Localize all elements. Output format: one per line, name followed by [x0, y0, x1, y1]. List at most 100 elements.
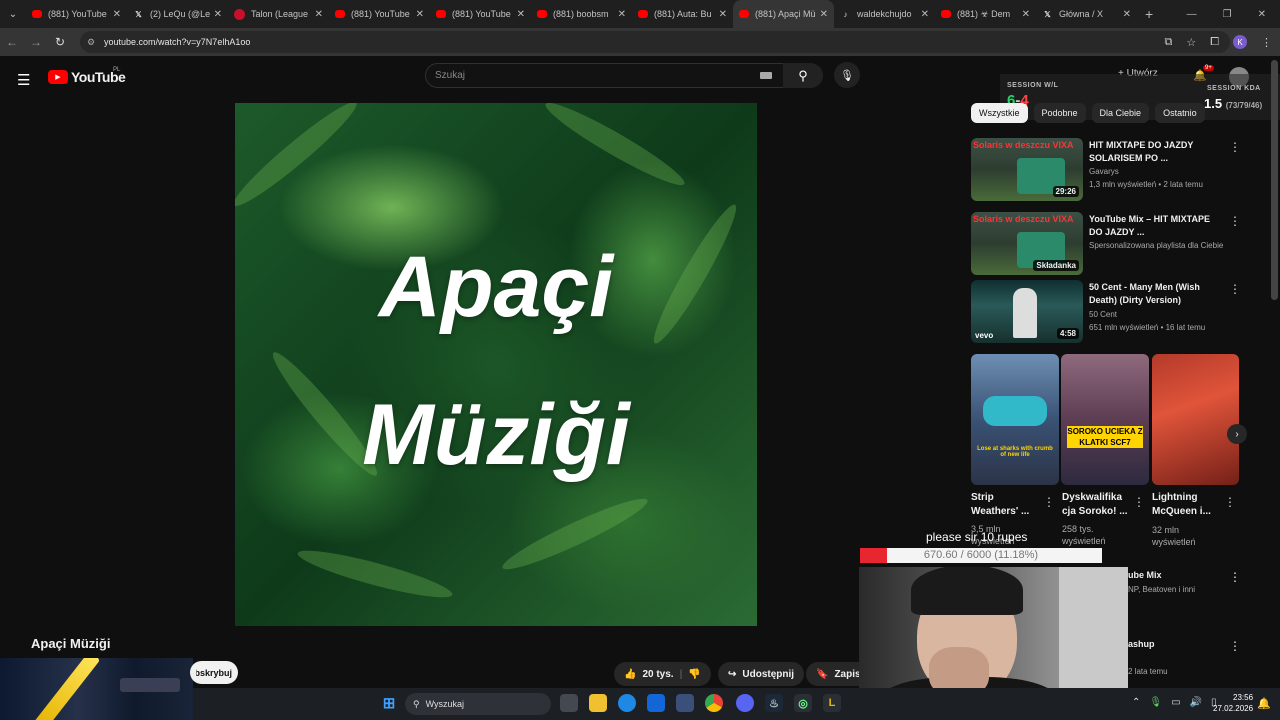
browser-tab[interactable]: (881) YouTube ✕: [430, 0, 531, 28]
site-info-icon[interactable]: ⚙: [87, 37, 95, 48]
recommendation-item[interactable]: vevo 4:58 50 Cent - Many Men (Wish Death…: [971, 280, 1261, 346]
short-title[interactable]: Lightning McQueen i...: [1152, 491, 1220, 519]
channel-name[interactable]: Gavarys: [1089, 167, 1119, 176]
close-tab-icon[interactable]: ✕: [311, 9, 323, 20]
short-title[interactable]: Dyskwalifika cja Soroko! ...: [1062, 491, 1130, 519]
close-window-icon[interactable]: ✕: [1258, 9, 1266, 20]
short-thumbnail[interactable]: SOROKO UCIEKA Z KLATKI SCF7: [1061, 354, 1149, 485]
close-tab-icon[interactable]: ✕: [917, 9, 929, 20]
minimize-icon[interactable]: —: [1187, 9, 1197, 20]
recommendation-item[interactable]: Solaris w deszczu VIXA Składanka YouTube…: [971, 212, 1261, 278]
video-title[interactable]: YouTube Mix – HIT MIXTAPE DO JAZDY ...: [1089, 213, 1221, 239]
browser-tab[interactable]: Talon (League ✕: [228, 0, 329, 28]
outlook-icon[interactable]: [647, 694, 665, 712]
close-tab-icon[interactable]: ✕: [816, 9, 828, 20]
browser-menu-icon[interactable]: ⋮: [1261, 36, 1272, 49]
channel-name[interactable]: 50 Cent: [1089, 310, 1117, 319]
like-icon[interactable]: 👍: [624, 669, 636, 680]
keyboard-icon[interactable]: [760, 72, 772, 79]
search-button[interactable]: ⚲: [783, 63, 823, 88]
tray-overflow-icon[interactable]: ⌃: [1132, 697, 1140, 708]
browser-tab[interactable]: 𝕏 Główna / X ✕: [1036, 0, 1137, 28]
youtube-logo[interactable]: ▶ YouTube PL: [48, 67, 126, 85]
shorts-next-button[interactable]: ›: [1227, 424, 1247, 444]
video-title[interactable]: HIT MIXTAPE DO JAZDY SOLARISEM PO ...: [1089, 139, 1221, 165]
share-button[interactable]: ↪ Udostępnij: [718, 662, 805, 686]
video-title[interactable]: 50 Cent - Many Men (Wish Death) (Dirty V…: [1089, 281, 1221, 307]
more-options-icon[interactable]: ⋮: [1224, 495, 1236, 509]
page-scrollbar[interactable]: [1271, 60, 1278, 300]
more-options-icon[interactable]: ⋮: [1229, 639, 1241, 653]
profile-avatar[interactable]: K: [1233, 35, 1247, 49]
save-button[interactable]: 🔖 Zapisz: [806, 662, 862, 686]
more-options-icon[interactable]: ⋮: [1229, 570, 1241, 584]
taskbar-search[interactable]: ⚲ Wyszukaj: [405, 693, 551, 715]
chrome-icon[interactable]: [705, 694, 723, 712]
chip-all[interactable]: Wszystkie: [971, 103, 1028, 123]
maximize-icon[interactable]: ❐: [1223, 9, 1232, 20]
back-button[interactable]: ←: [0, 35, 24, 49]
partial-rec-title[interactable]: ashup: [1128, 639, 1155, 649]
video-thumbnail[interactable]: Solaris w deszczu VIXA Składanka: [971, 212, 1083, 275]
close-tab-icon[interactable]: ✕: [109, 9, 121, 20]
discord-icon[interactable]: [736, 694, 754, 712]
edge-icon[interactable]: [618, 694, 636, 712]
close-tab-icon[interactable]: ✕: [412, 9, 424, 20]
video-thumbnail[interactable]: Solaris w deszczu VIXA 29:26: [971, 138, 1083, 201]
hamburger-menu-icon[interactable]: ☰: [17, 71, 30, 89]
partial-rec-title[interactable]: ube Mix: [1128, 570, 1162, 580]
bookmark-star-icon[interactable]: ☆: [1186, 36, 1196, 49]
browser-tab[interactable]: ♪ waldekchujdo ✕: [834, 0, 935, 28]
more-options-icon[interactable]: ⋮: [1229, 282, 1241, 296]
more-options-icon[interactable]: ⋮: [1043, 495, 1055, 509]
notification-center-icon[interactable]: 🔔: [1257, 697, 1271, 710]
chip-similar[interactable]: Podobne: [1033, 103, 1086, 123]
short-thumbnail[interactable]: Lose at sharks with crumb of new life: [971, 354, 1059, 485]
search-input[interactable]: Szukaj: [425, 63, 785, 88]
browser-tab[interactable]: 𝕏 (2) LeQu (@Le ✕: [127, 0, 228, 28]
browser-tab[interactable]: (881) YouTube ✕: [26, 0, 127, 28]
more-options-icon[interactable]: ⋮: [1229, 214, 1241, 228]
more-options-icon[interactable]: ⋮: [1229, 140, 1241, 154]
volume-icon[interactable]: 🔊: [1190, 697, 1202, 708]
video-player[interactable]: Apaçi Müziği: [235, 103, 757, 626]
new-tab-button[interactable]: +: [1145, 6, 1153, 22]
like-count[interactable]: 20 tys.: [642, 669, 673, 680]
windows-start-icon[interactable]: ⊞: [380, 694, 398, 712]
network-icon[interactable]: ▭: [1171, 697, 1180, 708]
mic-tray-icon[interactable]: 🎙: [1149, 697, 1162, 708]
store-icon[interactable]: [676, 694, 694, 712]
short-thumbnail[interactable]: [1152, 354, 1239, 485]
short-title[interactable]: Strip Weathers' ...: [971, 491, 1039, 519]
task-view-icon[interactable]: [560, 694, 578, 712]
dislike-icon[interactable]: 👎: [688, 669, 700, 680]
extensions-icon[interactable]: ⧠: [1210, 36, 1219, 49]
subscribe-button[interactable]: Subskrybuj: [190, 661, 238, 684]
close-tab-icon[interactable]: ✕: [1018, 9, 1030, 20]
app-icon[interactable]: ◎: [794, 694, 812, 712]
close-tab-icon[interactable]: ✕: [210, 9, 222, 20]
more-options-icon[interactable]: ⋮: [1133, 495, 1145, 509]
close-tab-icon[interactable]: ✕: [715, 9, 727, 20]
browser-tab[interactable]: (881) Apaçi Mü ✕: [733, 0, 834, 28]
address-bar[interactable]: ⚙ youtube.com/watch?v=y7N7elhA1oo: [80, 31, 1230, 53]
taskbar-clock[interactable]: 23:56 27.02.2026: [1213, 692, 1253, 714]
league-client-icon[interactable]: L: [823, 694, 841, 712]
voice-search-button[interactable]: 🎙: [834, 62, 860, 88]
browser-tab[interactable]: (881) YouTube ✕: [329, 0, 430, 28]
browser-tab[interactable]: (881) boobsm ✕: [531, 0, 632, 28]
chip-recent[interactable]: Ostatnio: [1155, 103, 1205, 123]
video-thumbnail[interactable]: vevo 4:58: [971, 280, 1083, 343]
close-tab-icon[interactable]: ✕: [614, 9, 626, 20]
reload-button[interactable]: ↻: [48, 35, 72, 49]
close-tab-icon[interactable]: ✕: [513, 9, 525, 20]
file-explorer-icon[interactable]: [589, 694, 607, 712]
chip-for-you[interactable]: Dla Ciebie: [1091, 103, 1150, 123]
close-tab-icon[interactable]: ✕: [1119, 9, 1131, 20]
recommendation-item[interactable]: Solaris w deszczu VIXA 29:26 HIT MIXTAPE…: [971, 138, 1261, 204]
browser-tab[interactable]: (881) ☣ Dem ✕: [935, 0, 1036, 28]
steam-icon[interactable]: ♨: [765, 694, 783, 712]
browser-tab[interactable]: (881) Auta: Bu ✕: [632, 0, 733, 28]
tab-search-button[interactable]: ⌄: [0, 0, 26, 28]
forward-button[interactable]: →: [24, 35, 48, 49]
